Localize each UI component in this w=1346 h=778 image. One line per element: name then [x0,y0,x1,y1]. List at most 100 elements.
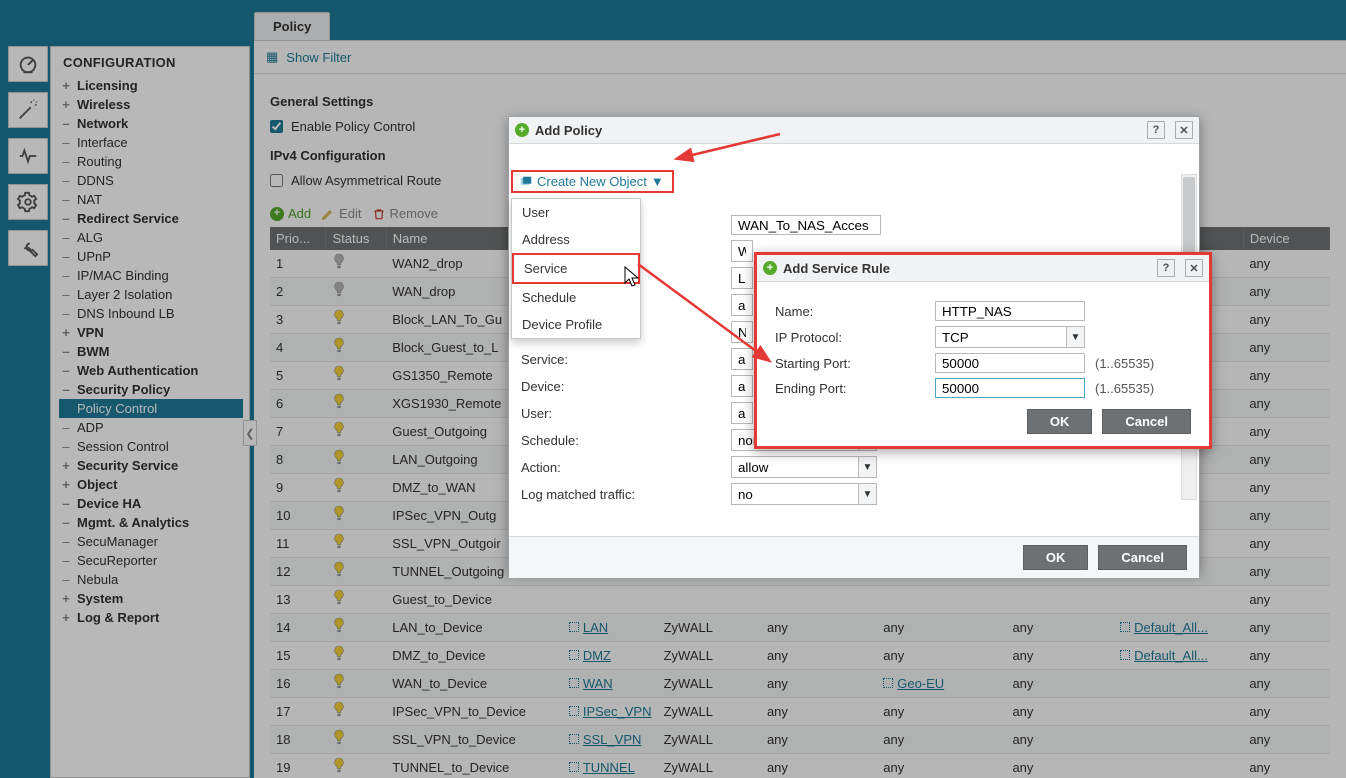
from-link[interactable]: WAN [569,676,613,691]
sidebar-item[interactable]: –DDNS [59,171,243,190]
chevron-down-icon[interactable]: ▼ [858,484,876,504]
svc2-link[interactable]: Default_All... [1120,648,1208,663]
close-button[interactable]: ✕ [1185,259,1203,277]
chevron-down-icon[interactable]: ▼ [1066,327,1084,347]
tree-twisty-icon: + [61,458,71,473]
table-row[interactable]: 16WAN_to_DeviceWANZyWALLanyGeo-EUanyany [270,670,1330,698]
edit-button[interactable]: Edit [321,206,361,221]
sidebar-item[interactable]: –Nebula [59,570,243,589]
policy-service-combo[interactable] [731,348,753,370]
sidebar-item[interactable]: –DNS Inbound LB [59,304,243,323]
sidebar-item[interactable]: –NAT [59,190,243,209]
policy-log-combo[interactable]: ▼ [731,483,877,505]
column-header[interactable]: Device [1243,227,1329,250]
sidebar-item[interactable]: +Object [59,475,243,494]
policy-name-input[interactable] [731,215,881,235]
cell-to: ZyWALL [658,670,761,698]
sidebar-item[interactable]: +Wireless [59,95,243,114]
policy-user-combo[interactable] [731,402,753,424]
column-header[interactable]: Status [326,227,386,250]
table-row[interactable]: 13Guest_to_Deviceany [270,586,1330,614]
sidebar-item[interactable]: –SecuReporter [59,551,243,570]
from-link[interactable]: LAN [569,620,608,635]
sidebar-item[interactable]: +Log & Report [59,608,243,627]
sidebar-item[interactable]: +Security Service [59,456,243,475]
sidebar-item[interactable]: –Mgmt. & Analytics [59,513,243,532]
svc-proto-combo[interactable]: ▼ [935,326,1085,348]
svc-name-label: Name: [775,304,935,319]
close-button[interactable]: ✕ [1175,121,1193,139]
help-button[interactable]: ? [1157,259,1175,277]
add-service-rule-dialog: + Add Service Rule ? ✕ Name: IP Protocol… [754,252,1212,449]
table-row[interactable]: 14LAN_to_DeviceLANZyWALLanyanyanyDefault… [270,614,1330,642]
tree-twisty-icon: – [61,572,71,587]
sidebar-item[interactable]: –Layer 2 Isolation [59,285,243,304]
remove-button[interactable]: Remove [372,206,438,221]
add-button[interactable]: +Add [270,206,311,221]
from-link[interactable]: DMZ [569,648,611,663]
svc-ok-button[interactable]: OK [1027,409,1093,434]
tab-policy[interactable]: Policy [254,12,330,40]
sidebar-item[interactable]: –Routing [59,152,243,171]
svc-end-input[interactable] [935,378,1085,398]
table-row[interactable]: 17IPSec_VPN_to_DeviceIPSec_VPNZyWALLanya… [270,698,1330,726]
svc2-link[interactable]: Default_All... [1120,620,1208,635]
table-row[interactable]: 15DMZ_to_DeviceDMZZyWALLanyanyanyDefault… [270,642,1330,670]
sidebar-item[interactable]: +System [59,589,243,608]
help-button[interactable]: ? [1147,121,1165,139]
sidebar-item[interactable]: –Network [59,114,243,133]
sidebar-item[interactable]: –Security Policy [59,380,243,399]
from-link[interactable]: SSL_VPN [569,732,642,747]
sidebar-item[interactable]: –Redirect Service [59,209,243,228]
wrench-icon[interactable] [8,230,48,266]
sidebar-item[interactable]: –Web Authentication [59,361,243,380]
svc-cancel-button[interactable]: Cancel [1102,409,1191,434]
create-new-object-menu-item[interactable]: Service [512,253,640,284]
table-row[interactable]: 19TUNNEL_to_DeviceTUNNELZyWALLanyanyanya… [270,754,1330,778]
sidebar-item[interactable]: –ALG [59,228,243,247]
policy-destination-combo[interactable] [731,321,753,343]
cell-device: any [1243,502,1329,530]
policy-source-combo[interactable] [731,294,753,316]
table-row[interactable]: 18SSL_VPN_to_DeviceSSL_VPNZyWALLanyanyan… [270,726,1330,754]
wand-icon[interactable] [8,92,48,128]
sidebar-item[interactable]: –BWM [59,342,243,361]
svc-name-input[interactable] [935,301,1085,321]
dst-link[interactable]: Geo-EU [883,676,944,691]
create-new-object-menu-item[interactable]: Device Profile [512,311,640,338]
policy-action-combo[interactable]: ▼ [731,456,877,478]
create-new-object-menu-item[interactable]: Schedule [512,284,640,311]
sidebar-item[interactable]: –Session Control [59,437,243,456]
sidebar-item[interactable]: –SecuManager [59,532,243,551]
sidebar-item-label: Wireless [77,97,130,112]
sidebar-collapse-handle[interactable]: ❮ [243,420,257,446]
policy-to-combo[interactable] [731,267,753,289]
create-new-object-menu-item[interactable]: Address [512,226,640,253]
sidebar-item[interactable]: –IP/MAC Binding [59,266,243,285]
filter-bar[interactable]: ▦ Show Filter [254,41,1346,74]
activity-icon[interactable] [8,138,48,174]
gear-icon[interactable] [8,184,48,220]
create-new-object-button[interactable]: Create New Object▼ [511,170,674,193]
sidebar-item[interactable]: –ADP [59,418,243,437]
from-link[interactable]: IPSec_VPN [569,704,652,719]
create-new-object-menu-item[interactable]: User [512,199,640,226]
status-bulb-icon [332,365,346,386]
svc-start-input[interactable] [935,353,1085,373]
sidebar-item[interactable]: –Interface [59,133,243,152]
sidebar-item[interactable]: Policy Control [59,399,243,418]
policy-ok-button[interactable]: OK [1023,545,1089,570]
enable-policy-control-checkbox[interactable] [270,120,283,133]
column-header[interactable]: Prio... [270,227,326,250]
sidebar-item[interactable]: +Licensing [59,76,243,95]
dashboard-icon[interactable] [8,46,48,82]
policy-from-combo[interactable] [731,240,753,262]
allow-asym-checkbox[interactable] [270,174,283,187]
sidebar-item[interactable]: +VPN [59,323,243,342]
policy-cancel-button[interactable]: Cancel [1098,545,1187,570]
policy-device-combo[interactable] [731,375,753,397]
from-link[interactable]: TUNNEL [569,760,635,775]
sidebar-item[interactable]: –UPnP [59,247,243,266]
sidebar-item[interactable]: –Device HA [59,494,243,513]
chevron-down-icon[interactable]: ▼ [858,457,876,477]
